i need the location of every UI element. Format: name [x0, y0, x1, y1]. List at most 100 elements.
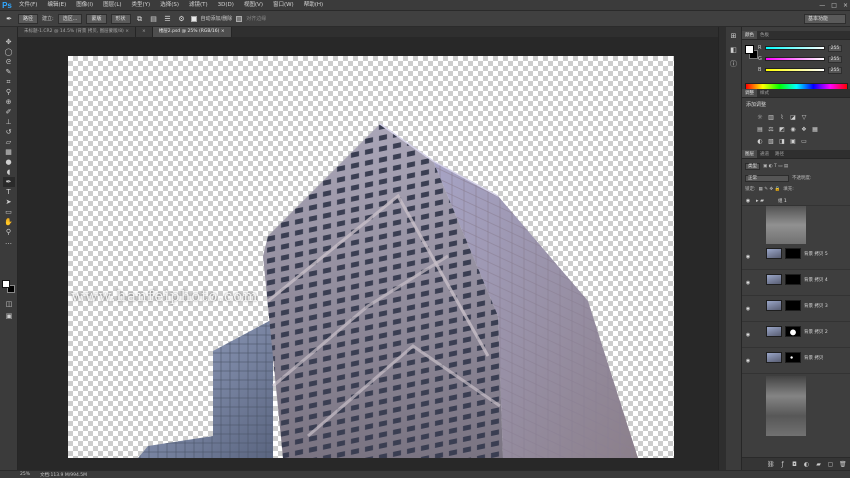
menu-item-edit[interactable]: 编辑(E) — [42, 0, 71, 11]
history-icon[interactable]: ⊞ — [729, 31, 739, 41]
hand-tool-icon[interactable]: ✋ — [3, 217, 15, 227]
selective-color-icon[interactable]: ▣ — [789, 138, 797, 146]
tab-adjustments[interactable]: 调整 — [742, 89, 757, 97]
dodge-tool-icon[interactable]: ◖ — [3, 167, 15, 177]
tab-layers[interactable]: 图层 — [742, 150, 757, 158]
workspace-select[interactable]: 基本功能 — [804, 14, 846, 24]
lock-icons[interactable]: ▦ ✎ ✥ 🔒 — [759, 187, 781, 192]
menu-item-view[interactable]: 视图(V) — [239, 0, 268, 11]
new-layer-icon[interactable]: ▢ — [827, 461, 834, 468]
screen-mode-icon[interactable]: ▣ — [3, 311, 15, 321]
history-brush-icon[interactable]: ↺ — [3, 127, 15, 137]
eye-icon[interactable]: ◉ — [745, 280, 751, 286]
channel-mixer-icon[interactable]: ❖ — [800, 126, 808, 134]
adjustment-icon[interactable]: ◐ — [803, 461, 810, 468]
menu-item-3d[interactable]: 3D(D) — [213, 0, 239, 11]
crop-tool-icon[interactable]: ⌗ — [3, 77, 15, 87]
menu-item-help[interactable]: 帮助(H) — [299, 0, 328, 11]
menu-item-select[interactable]: 选择(S) — [155, 0, 184, 11]
pen-tool-icon[interactable]: ✒ — [2, 177, 15, 187]
close-icon[interactable]: × — [843, 0, 848, 11]
eyedropper-tool-icon[interactable]: ⚲ — [3, 87, 15, 97]
lasso-tool-icon[interactable]: ᘓ — [3, 57, 15, 67]
folder-icon[interactable]: ▰ — [815, 461, 822, 468]
red-slider[interactable] — [765, 46, 825, 50]
zoom-level[interactable]: 25% — [20, 472, 30, 477]
auto-add-delete-checkbox[interactable] — [190, 15, 197, 22]
layer-row[interactable]: ◉ 背景 拷贝 4 — [742, 270, 850, 296]
move-tool-icon[interactable]: ✥ — [3, 37, 15, 47]
quick-mask-icon[interactable]: ◫ — [3, 299, 15, 309]
hue-saturation-icon[interactable]: ▤ — [756, 126, 764, 134]
menu-item-image[interactable]: 图像(I) — [71, 0, 98, 11]
foreground-color-swatch[interactable] — [2, 280, 10, 288]
eye-icon[interactable]: ◉ — [745, 306, 751, 312]
tab-channels[interactable]: 通道 — [757, 150, 772, 158]
tab-swatches[interactable]: 色板 — [757, 31, 772, 39]
selection-button[interactable]: 选区... — [57, 13, 83, 24]
posterize-icon[interactable]: ▧ — [767, 138, 775, 146]
path-arrange-icon[interactable]: ☰ — [163, 14, 173, 24]
eye-icon[interactable]: ◉ — [745, 198, 751, 204]
mask-icon[interactable]: ◘ — [791, 461, 798, 468]
mode-select[interactable]: 路径 — [18, 13, 39, 24]
brush-tool-icon[interactable]: ✐ — [3, 107, 15, 117]
canvas-area[interactable]: www.hanfeiphoto.com — [19, 37, 718, 470]
menu-item-file[interactable]: 文件(F) — [14, 0, 42, 11]
menu-item-type[interactable]: 类型(Y) — [127, 0, 156, 11]
menu-item-window[interactable]: 窗口(W) — [268, 0, 299, 11]
vibrance-icon[interactable]: ▽ — [800, 114, 808, 122]
color-balance-icon[interactable]: ⚖ — [767, 126, 775, 134]
pen-tool-icon[interactable]: ✒ — [4, 14, 14, 24]
gear-icon[interactable]: ⚙ — [177, 14, 187, 24]
tab-paths[interactable]: 路径 — [772, 150, 787, 158]
curves-icon[interactable]: ⌇ — [778, 114, 786, 122]
document-tab-2[interactable]: × — [136, 27, 153, 37]
canvas-scrollbar[interactable] — [718, 27, 726, 470]
eye-icon[interactable]: ◉ — [745, 254, 751, 260]
menu-item-filter[interactable]: 滤镜(T) — [184, 0, 213, 11]
brightness-icon[interactable]: ☼ — [756, 114, 764, 122]
shape-tool-icon[interactable]: ▭ — [3, 207, 15, 217]
color-lookup-icon[interactable]: ▦ — [811, 126, 819, 134]
tab-color[interactable]: 颜色 — [742, 31, 757, 39]
trash-icon[interactable]: 🗑 — [839, 461, 847, 468]
blue-value[interactable]: 255 — [828, 67, 842, 74]
layer-group-row[interactable]: ◉ ▸ ▰ 组 1 — [742, 196, 850, 206]
mask-button[interactable]: 蒙版 — [86, 13, 107, 24]
stamp-tool-icon[interactable]: ⊥ — [3, 117, 15, 127]
layer-row[interactable]: ◉ 背景 拷贝 2 — [742, 322, 850, 348]
more-tools-icon[interactable]: … — [3, 237, 15, 247]
green-slider[interactable] — [765, 57, 825, 61]
path-alignment-icon[interactable]: ▤ — [149, 14, 159, 24]
quick-select-tool-icon[interactable]: ✎ — [3, 67, 15, 77]
shape-button[interactable]: 形状 — [110, 13, 131, 24]
minimize-icon[interactable]: — — [819, 0, 825, 11]
filter-icons[interactable]: ▣ ◐ T ▭ ▤ — [763, 164, 788, 169]
exposure-icon[interactable]: ◪ — [789, 114, 797, 122]
marquee-tool-icon[interactable]: ◯ — [3, 47, 15, 57]
color-fg-swatch[interactable] — [745, 45, 754, 54]
red-value[interactable]: 255 — [828, 45, 842, 52]
align-edges-checkbox[interactable] — [236, 15, 243, 22]
color-swatches[interactable] — [2, 280, 16, 294]
eye-icon[interactable]: ◉ — [745, 358, 751, 364]
green-value[interactable]: 255 — [828, 56, 842, 63]
link-icon[interactable]: ⛓ — [767, 461, 775, 468]
eraser-tool-icon[interactable]: ▱ — [3, 137, 15, 147]
layer-row[interactable]: ◉ 背景 拷贝 — [742, 348, 850, 374]
menu-item-layer[interactable]: 图层(L) — [98, 0, 126, 11]
fx-icon[interactable]: ƒ — [779, 461, 786, 468]
invert-icon[interactable]: ◐ — [756, 138, 764, 146]
threshold-icon[interactable]: ◨ — [778, 138, 786, 146]
properties-icon[interactable]: ◧ — [729, 45, 739, 55]
path-select-tool-icon[interactable]: ➤ — [3, 197, 15, 207]
type-tool-icon[interactable]: T — [3, 187, 15, 197]
eye-icon[interactable]: ◉ — [745, 332, 751, 338]
photo-filter-icon[interactable]: ◉ — [789, 126, 797, 134]
black-white-icon[interactable]: ◩ — [778, 126, 786, 134]
document-canvas[interactable]: www.hanfeiphoto.com — [68, 56, 674, 458]
document-tab-active[interactable]: 楼层2.psd @ 25% (RGB/16) × — [152, 27, 232, 37]
document-tab-1[interactable]: 未标题-1.CR2 @ 14.5% (背景 拷贝, 图层蒙版/8) × — [18, 27, 137, 37]
layer-row[interactable]: ◉ 背景 拷贝 3 — [742, 296, 850, 322]
